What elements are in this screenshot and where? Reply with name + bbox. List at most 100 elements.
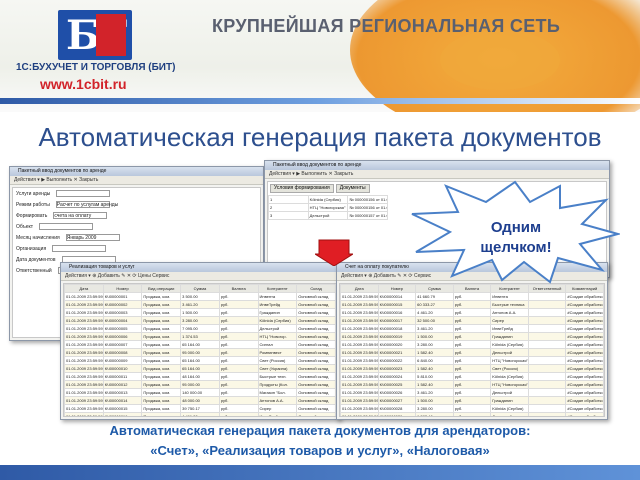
column-header[interactable]: Номер (377, 284, 417, 293)
table-row[interactable]: 01.01.2009 23:59:59 КЧ00000002 Продажа, ко… (64, 300, 336, 309)
table-cell: 01.01.2009 23:59:59 (340, 412, 379, 416)
table-row[interactable]: 01.01.2009 23:59:59 КЧ00000015 Продажа, ко… (64, 404, 336, 413)
table-row[interactable]: 2НТЦ "Новогорская"№ 000000156 от 01.01.2… (268, 203, 388, 212)
form-field[interactable]: Январь 2009 (65, 234, 120, 241)
column-header[interactable]: Сумма (180, 284, 220, 293)
table-cell: 01.01.2009 23:59:59 (340, 332, 379, 341)
form-label: Услуги аренды (16, 190, 51, 197)
table-cell: Основной склад (296, 332, 336, 341)
form-field[interactable] (39, 223, 94, 230)
table-cell (527, 404, 567, 413)
table-cell: #Создан обработкой (565, 364, 604, 373)
column-header[interactable]: Дата (64, 284, 104, 293)
table-cell: Основной склад (296, 356, 336, 365)
table-row[interactable]: 01.01.2009 23:59:59 КЧ00000018 3 461.20 руб… (340, 324, 604, 333)
table-cell: 01.01.2009 23:59:59 (340, 324, 379, 333)
table-cell: 4 461.20 (180, 412, 220, 416)
table-cell: 01.01.2009 23:59:59 (340, 356, 379, 365)
website-url[interactable]: www.1cbit.ru (40, 76, 127, 92)
table-cell: Антонов А.А. (257, 396, 298, 405)
table-cell: КЧ00000024 (377, 372, 417, 381)
table-row[interactable]: 01.01.2009 23:59:59 КЧ00000014 41 660.79 ру… (340, 292, 604, 301)
table-cell: руб. (452, 300, 492, 309)
table-cell: Сирер (257, 404, 298, 413)
table-cell: 3 461.20 (415, 388, 454, 397)
column-header[interactable]: Контрагент (490, 284, 529, 293)
table-row[interactable]: 01.01.2009 23:59:59 КЧ00000001 Продажа, ко… (64, 292, 336, 301)
table-row[interactable]: 01.01.2009 23:59:59 КЧ00000009 Продажа, ко… (64, 356, 336, 365)
table-cell: руб. (218, 396, 259, 405)
table-row[interactable]: 01.01.2009 23:59:59 КЧ00000010 Продажа, ко… (64, 364, 336, 373)
table-cell: 01.01.2009 23:59:59 (64, 412, 104, 416)
table-cell: Продажа, ком. (141, 324, 182, 333)
table-row[interactable]: 01.01.2009 23:59:59 КЧ00000027 1 500.00 руб… (340, 396, 604, 405)
table-cell: Антонов А.А. (490, 308, 529, 317)
table-cell: Дельстрой (307, 211, 349, 220)
column-header[interactable]: Сумма (415, 284, 454, 293)
table-row[interactable]: 01.01.2009 23:59:59 КЧ00000008 Продажа, ко… (64, 348, 336, 357)
table-cell: 41 660.79 (415, 292, 454, 301)
table-row[interactable]: 01.01.2009 23:59:59 КЧ00000022 6 840.00 руб… (340, 356, 604, 365)
table-row[interactable]: 01.01.2009 23:59:59 КЧ00000017 32 500.00 ру… (340, 316, 604, 325)
table-cell: 01.01.2009 23:59:59 (64, 372, 104, 381)
window-toolbar[interactable]: Действия ▾ ⊕ Добавить ✎ ✕ ⟳ Цены Сервис (61, 272, 339, 281)
column-header[interactable]: Комментарий (565, 284, 604, 293)
form-field[interactable]: счета на оплату (53, 212, 108, 219)
tab-item[interactable]: Условия формирования (270, 184, 334, 193)
form-field[interactable] (56, 190, 111, 197)
window-toolbar[interactable]: Действия ▾ ▶ Выполнить ✕ Закрыть (10, 176, 263, 185)
table-row[interactable]: 01.01.2009 23:59:59 КЧ00000019 1 500.00 руб… (340, 332, 604, 341)
table-cell: Продажа, ком. (141, 404, 182, 413)
window-sales-list[interactable]: Реализация товаров и услуг Действия ▾ ⊕ … (60, 262, 340, 420)
table-cell: 1 500.00 (415, 332, 454, 341)
column-header[interactable]: Валюта (218, 284, 259, 293)
table-row[interactable]: 01.01.2009 23:59:59 КЧ00000021 1 582.40 руб… (340, 348, 604, 357)
table-cell: КЧ00000010 (102, 364, 143, 373)
table-row[interactable]: 01.01.2009 23:59:59 КЧ00000016 Продажа, ко… (64, 412, 336, 416)
table-row[interactable]: 01.01.2009 23:59:59 КЧ00000011 Продажа, ко… (64, 372, 336, 381)
table-cell: Продажа, ком. (141, 396, 182, 405)
column-header[interactable]: Дата (340, 284, 379, 293)
column-header[interactable]: Контрагент (257, 284, 298, 293)
table-cell: Магазин "Бол. (257, 388, 298, 397)
table-row[interactable]: 01.01.2009 23:59:59 КЧ00000026 3 461.20 руб… (340, 388, 604, 397)
table-row[interactable]: 01.01.2009 23:59:59 КЧ00000020 3 280.00 руб… (340, 340, 604, 349)
window-title: Пакетный ввод документов по аренде (265, 161, 609, 170)
table-row[interactable]: 01.01.2009 23:59:59 КЧ00000013 Продажа, ко… (64, 388, 336, 397)
table-cell: КЧ00000006 (102, 332, 143, 341)
table-cell: КЧ00000008 (102, 348, 143, 357)
table-cell: #Создан обработкой (565, 380, 604, 389)
table-cell: Продажа, ком. (141, 356, 182, 365)
form-label: Организация (16, 245, 47, 252)
column-header[interactable]: Вид операции (141, 284, 182, 293)
table-row[interactable]: 01.01.2009 23:59:59 КЧ00000024 5 810.00 руб… (340, 372, 604, 381)
column-header[interactable]: Склад (296, 284, 336, 293)
table-cell: Основной склад (296, 308, 336, 317)
column-header[interactable]: Ответственный (527, 284, 567, 293)
table-row[interactable]: 01.01.2009 23:59:59 КЧ00000029 1 582.40 руб… (340, 412, 604, 416)
tab-item[interactable]: Документы (335, 184, 370, 193)
table-row[interactable]: 01.01.2009 23:59:59 КЧ00000007 Продажа, ко… (64, 340, 336, 349)
table-row[interactable]: 01.01.2009 23:59:59 КЧ00000004 Продажа, ко… (64, 316, 336, 325)
table-row[interactable]: 01.01.2009 23:59:59 КЧ00000014 Продажа, ко… (64, 396, 336, 405)
table-row[interactable]: 01.01.2009 23:59:59 КЧ00000006 Продажа, ко… (64, 332, 336, 341)
table-cell: руб. (218, 404, 259, 413)
form-field[interactable] (52, 245, 107, 252)
table-row[interactable]: 01.01.2009 23:59:59 КЧ00000003 Продажа, ко… (64, 308, 336, 317)
table-row[interactable]: 01.01.2009 23:59:59 КЧ00000005 Продажа, ко… (64, 324, 336, 333)
table-cell: КЧ00000029 (377, 412, 417, 416)
table-row[interactable]: 01.01.2009 23:59:59 КЧ00000028 3 280.00 руб… (340, 404, 604, 413)
table-row[interactable]: 01.01.2009 23:59:59 КЧ00000012 Продажа, ко… (64, 380, 336, 389)
table-cell: КЧ00000005 (102, 324, 143, 333)
table-row[interactable]: 01.01.2009 23:59:59 КЧ00000016 4 461.20 руб… (340, 308, 604, 317)
table-row[interactable]: 01.01.2009 23:59:59 КЧ00000023 1 582.40 руб… (340, 364, 604, 373)
table-row[interactable]: 01.01.2009 23:59:59 КЧ00000015 60 333.27 ру… (340, 300, 604, 309)
table-row[interactable]: 01.01.2009 23:59:59 КЧ00000025 1 582.40 руб… (340, 380, 604, 389)
logo-red-block (96, 14, 126, 56)
column-header[interactable]: Валюта (452, 284, 492, 293)
column-header[interactable]: Номер (102, 284, 143, 293)
form-field[interactable]: Расчет по услугам аренды (55, 201, 118, 208)
table-row[interactable]: 3Дельстрой№ 000000157 от 01.01.2009 (268, 211, 388, 220)
window-invoices-list[interactable]: Счет на оплату покупателю Действия ▾ ⊕ Д… (336, 262, 608, 420)
table-row[interactable]: 1Kölnida (Сербия)№ 000000156 от 01.01.20… (268, 195, 388, 204)
